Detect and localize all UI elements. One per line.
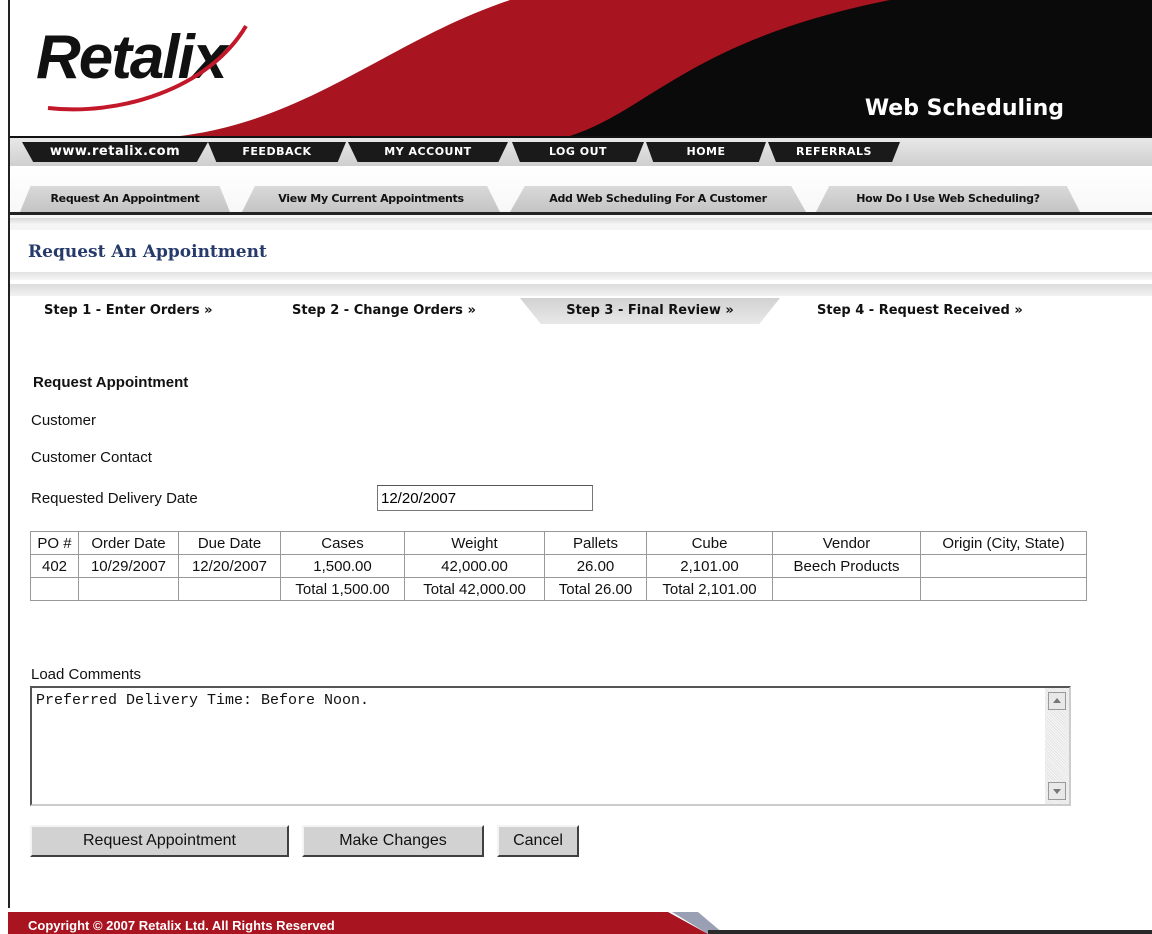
title-divider	[10, 272, 1152, 280]
delivery-date-label: Requested Delivery Date	[31, 490, 198, 507]
cell-total-origin	[920, 577, 1087, 601]
cell-vendor: Beech Products	[772, 554, 921, 578]
tabs-divider	[10, 212, 1152, 215]
nav-retalix-website[interactable]: www.retalix.com	[22, 142, 208, 162]
tab-how-to-use[interactable]: How Do I Use Web Scheduling?	[816, 186, 1080, 212]
scroll-up-button[interactable]	[1048, 692, 1066, 710]
app-title: Web Scheduling	[864, 96, 1064, 121]
cell-due-date: 12/20/2007	[178, 554, 281, 578]
delivery-date-field[interactable]	[377, 485, 593, 511]
cell-order-date: 10/29/2007	[78, 554, 179, 578]
arrow-down-icon	[1053, 789, 1061, 794]
arrow-up-icon	[1053, 698, 1061, 703]
cell-total-po	[30, 577, 79, 601]
cell-weight: 42,000.00	[404, 554, 545, 578]
customer-contact-label: Customer Contact	[31, 449, 152, 466]
step-final-review[interactable]: Step 3 - Final Review »	[520, 298, 780, 324]
cell-cases: 1,500.00	[280, 554, 405, 578]
load-comments-label: Load Comments	[31, 666, 142, 683]
load-comments-text: Preferred Delivery Time: Before Noon.	[36, 692, 370, 709]
make-changes-button[interactable]: Make Changes	[302, 825, 484, 857]
orders-table: PO # Order Date Due Date Cases Weight Pa…	[30, 531, 1087, 601]
top-nav: www.retalix.com FEEDBACK MY ACCOUNT LOG …	[8, 136, 1152, 166]
step-enter-orders[interactable]: Step 1 - Enter Orders »	[44, 298, 212, 324]
step-request-received[interactable]: Step 4 - Request Received »	[817, 298, 1023, 324]
nav-referrals[interactable]: REFERRALS	[768, 142, 900, 162]
cell-total-vendor	[772, 577, 921, 601]
nav-log-out[interactable]: LOG OUT	[512, 142, 644, 162]
cell-total-pallets: Total 26.00	[544, 577, 647, 601]
load-comments-textarea[interactable]: Preferred Delivery Time: Before Noon.	[30, 686, 1071, 806]
customer-label: Customer	[31, 412, 97, 429]
col-cube: Cube	[646, 531, 773, 555]
primary-tabs: Request An Appointment View My Current A…	[8, 166, 1152, 230]
cell-total-cases: Total 1,500.00	[280, 577, 405, 601]
cell-total-cube: Total 2,101.00	[646, 577, 773, 601]
col-pallets: Pallets	[544, 531, 647, 555]
nav-feedback[interactable]: FEEDBACK	[208, 142, 346, 162]
tab-add-web-scheduling[interactable]: Add Web Scheduling For A Customer	[510, 186, 806, 212]
cell-total-due-date	[178, 577, 281, 601]
col-due-date: Due Date	[178, 531, 281, 555]
cell-po: 402	[30, 554, 79, 578]
table-header-row: PO # Order Date Due Date Cases Weight Pa…	[30, 531, 1087, 555]
col-po: PO #	[30, 531, 79, 555]
col-origin: Origin (City, State)	[920, 531, 1087, 555]
cell-total-weight: Total 42,000.00	[404, 577, 545, 601]
col-order-date: Order Date	[78, 531, 179, 555]
logo-swoosh-icon	[47, 24, 248, 112]
page-left-border	[8, 0, 10, 934]
tab-request-appointment[interactable]: Request An Appointment	[20, 186, 230, 212]
page-title: Request An Appointment	[28, 242, 267, 262]
request-appointment-button[interactable]: Request Appointment	[30, 825, 289, 857]
cell-origin	[920, 554, 1087, 578]
tabs-shadow	[10, 218, 1152, 224]
tab-view-appointments[interactable]: View My Current Appointments	[242, 186, 500, 212]
nav-home[interactable]: HOME	[646, 142, 766, 162]
comments-scrollbar[interactable]	[1045, 688, 1069, 804]
steps-band	[10, 284, 1152, 296]
col-weight: Weight	[404, 531, 545, 555]
col-vendor: Vendor	[772, 531, 921, 555]
cell-cube: 2,101.00	[646, 554, 773, 578]
col-cases: Cases	[280, 531, 405, 555]
table-totals-row: Total 1,500.00 Total 42,000.00 Total 26.…	[30, 577, 1087, 601]
nav-my-account[interactable]: MY ACCOUNT	[348, 142, 508, 162]
table-row: 402 10/29/2007 12/20/2007 1,500.00 42,00…	[30, 554, 1087, 578]
copyright-text: Copyright © 2007 Retalix Ltd. All Rights…	[28, 918, 335, 933]
cell-pallets: 26.00	[544, 554, 647, 578]
form-heading: Request Appointment	[33, 374, 189, 391]
header-banner: Retalix Web Scheduling	[8, 0, 1152, 136]
scroll-down-button[interactable]	[1048, 782, 1066, 800]
step-change-orders[interactable]: Step 2 - Change Orders »	[292, 298, 476, 324]
cancel-button[interactable]: Cancel	[497, 825, 579, 857]
cell-total-order-date	[78, 577, 179, 601]
